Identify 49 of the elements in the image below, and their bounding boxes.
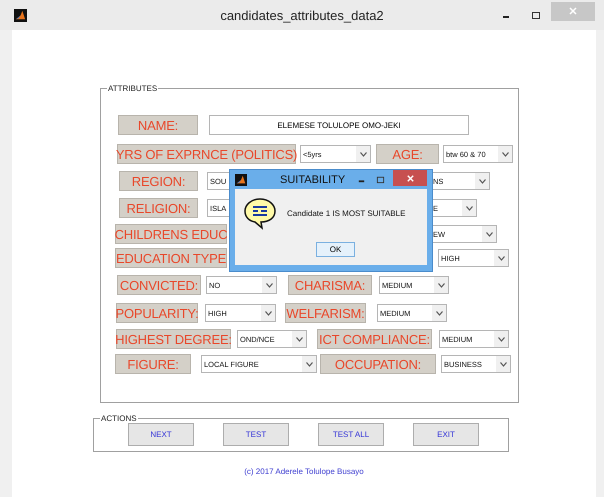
action-button[interactable]: TEST xyxy=(223,423,289,446)
app-logo-icon xyxy=(235,174,247,186)
field-label: CHARISMA: xyxy=(288,275,372,295)
name-field[interactable]: ELEMESE TOLULOPE OMO-JEKI xyxy=(209,115,469,135)
action-button[interactable]: EXIT xyxy=(413,423,479,446)
field-label: ICT COMPLIANCE: xyxy=(317,329,432,349)
close-icon xyxy=(568,6,578,16)
field-label: OCCUPATION: xyxy=(320,354,436,374)
chevron-icon xyxy=(264,310,272,316)
speech-bubble-icon xyxy=(243,196,277,230)
app-logo-icon xyxy=(14,8,27,22)
chevron-icon xyxy=(436,310,442,316)
chevron-icon xyxy=(498,336,504,342)
field-label: NAME: xyxy=(118,115,198,135)
chevron-icon xyxy=(266,282,272,288)
panel-title: ACTIONS xyxy=(100,414,138,423)
field-label: YRS OF EXPRNCE (POLITICS) xyxy=(117,144,296,164)
field-label: CONVICTED: xyxy=(117,275,201,295)
chevron-icon xyxy=(360,152,366,156)
chevron-icon xyxy=(306,362,312,366)
chevron-icon xyxy=(438,282,444,288)
close-button[interactable] xyxy=(393,170,427,186)
field-label: POPULARITY: xyxy=(116,303,198,323)
field-label: REGION: xyxy=(119,171,198,191)
field-label: CHILDRENS EDUC xyxy=(115,224,227,244)
panel-title: ATTRIBUTES xyxy=(107,84,158,93)
maximize-icon[interactable] xyxy=(531,10,541,20)
field-label: FIGURE: xyxy=(115,354,191,374)
close-icon xyxy=(406,174,414,182)
action-button[interactable]: NEXT xyxy=(128,423,194,446)
ok-button[interactable]: OK xyxy=(316,242,355,257)
field-label: EDUCATION TYPE xyxy=(115,248,227,268)
chevron-icon xyxy=(466,206,472,210)
copyright-text: (c) 2017 Aderele Tolulope Busayo xyxy=(243,467,365,476)
window-title: candidates_attributes_data2 xyxy=(219,8,385,23)
field-label: WELFARISM: xyxy=(285,303,366,323)
chevron-icon xyxy=(500,362,506,366)
chevron-icon xyxy=(498,256,504,260)
field-label: AGE: xyxy=(376,144,439,164)
dialog-title: SUITABILITY xyxy=(280,174,346,186)
maximize-icon[interactable] xyxy=(376,175,385,184)
chevron-icon xyxy=(502,152,508,156)
chevron-icon xyxy=(486,232,492,236)
field-label: HIGHEST DEGREE: xyxy=(116,329,231,349)
chevron-icon xyxy=(296,336,302,342)
field-label: RELIGION: xyxy=(119,198,198,218)
dialog-message: Candidate 1 IS MOST SUITABLE xyxy=(287,208,406,218)
chevron-icon xyxy=(478,178,486,184)
action-button[interactable]: TEST ALL xyxy=(318,423,384,446)
